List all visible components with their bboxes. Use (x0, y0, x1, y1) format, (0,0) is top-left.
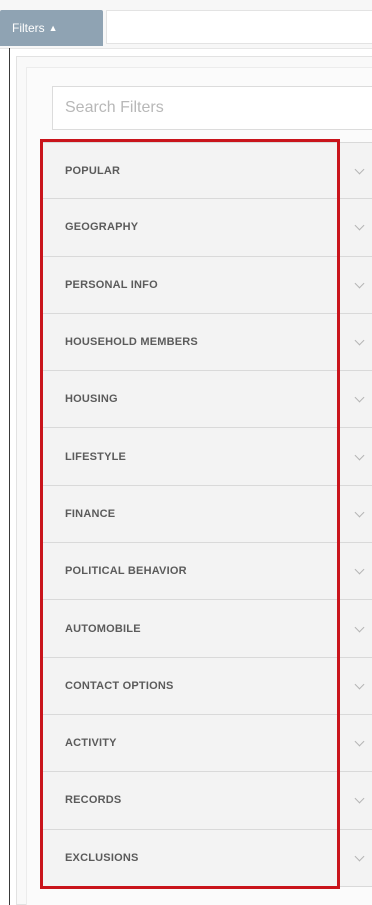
filter-category-label: GEOGRAPHY (65, 221, 139, 234)
filter-category-automobile[interactable]: AUTOMOBILE (43, 600, 372, 658)
filter-category-label: CONTACT OPTIONS (65, 679, 174, 692)
chevron-down-icon[interactable] (354, 851, 365, 862)
chevron-down-icon[interactable] (354, 622, 365, 632)
caret-up-icon: ▲ (48, 23, 58, 33)
filters-page: Filters▲ POPULAR GEOGRAPHY PERSONAL INFO… (0, 0, 372, 905)
filter-category-activity[interactable]: ACTIVITY (43, 714, 372, 773)
filter-category-finance[interactable]: FINANCE (43, 485, 372, 544)
chevron-down-icon[interactable] (354, 736, 365, 747)
filter-category-geography[interactable]: GEOGRAPHY (43, 199, 372, 257)
filter-category-contact-options[interactable]: CONTACT OPTIONS (43, 657, 372, 715)
filter-category-personal-info[interactable]: PERSONAL INFO (43, 256, 372, 314)
filter-category-lifestyle[interactable]: LIFESTYLE (43, 428, 372, 486)
filter-category-housing[interactable]: HOUSING (43, 371, 372, 429)
filter-category-label: ACTIVITY (65, 737, 117, 750)
filter-category-label: RECORDS (65, 794, 122, 807)
chevron-down-icon[interactable] (354, 679, 365, 690)
chevron-down-icon[interactable] (354, 220, 365, 231)
filter-category-popular[interactable]: POPULAR (43, 142, 372, 200)
chevron-down-icon[interactable] (354, 564, 365, 575)
panel-divider (9, 48, 10, 905)
filters-header-field (106, 10, 372, 44)
filter-category-label: EXCLUSIONS (65, 851, 139, 864)
filter-category-label: PERSONAL INFO (65, 278, 158, 291)
filter-category-label: FINANCE (65, 507, 116, 520)
filter-category-label: AUTOMOBILE (65, 622, 141, 635)
filter-category-label: HOUSEHOLD MEMBERS (65, 336, 198, 349)
chevron-down-icon[interactable] (354, 164, 365, 175)
search-filters-input[interactable] (52, 86, 372, 130)
filter-category-label: POLITICAL BEHAVIOR (65, 565, 187, 578)
filter-category-records[interactable]: RECORDS (43, 772, 372, 830)
chevron-down-icon[interactable] (354, 450, 365, 461)
filter-category-political-behavior[interactable]: POLITICAL BEHAVIOR (43, 543, 372, 601)
chevron-down-icon[interactable] (354, 793, 365, 804)
filter-category-household-members[interactable]: HOUSEHOLD MEMBERS (43, 313, 372, 372)
chevron-down-icon[interactable] (354, 278, 365, 289)
chevron-down-icon[interactable] (354, 335, 365, 346)
chevron-down-icon[interactable] (354, 507, 365, 518)
filters-tab-button[interactable]: Filters ▲ (0, 10, 103, 46)
filter-category-list: POPULAR GEOGRAPHY PERSONAL INFO HOUSEHOL… (43, 142, 372, 887)
filter-category-label: LIFESTYLE (65, 450, 127, 463)
filter-category-label: POPULAR (65, 164, 121, 177)
chevron-down-icon[interactable] (354, 392, 365, 403)
filters-tab-label: Filters (12, 21, 45, 35)
filter-category-label: HOUSING (65, 393, 118, 406)
filter-category-exclusions[interactable]: EXCLUSIONS (43, 829, 372, 887)
